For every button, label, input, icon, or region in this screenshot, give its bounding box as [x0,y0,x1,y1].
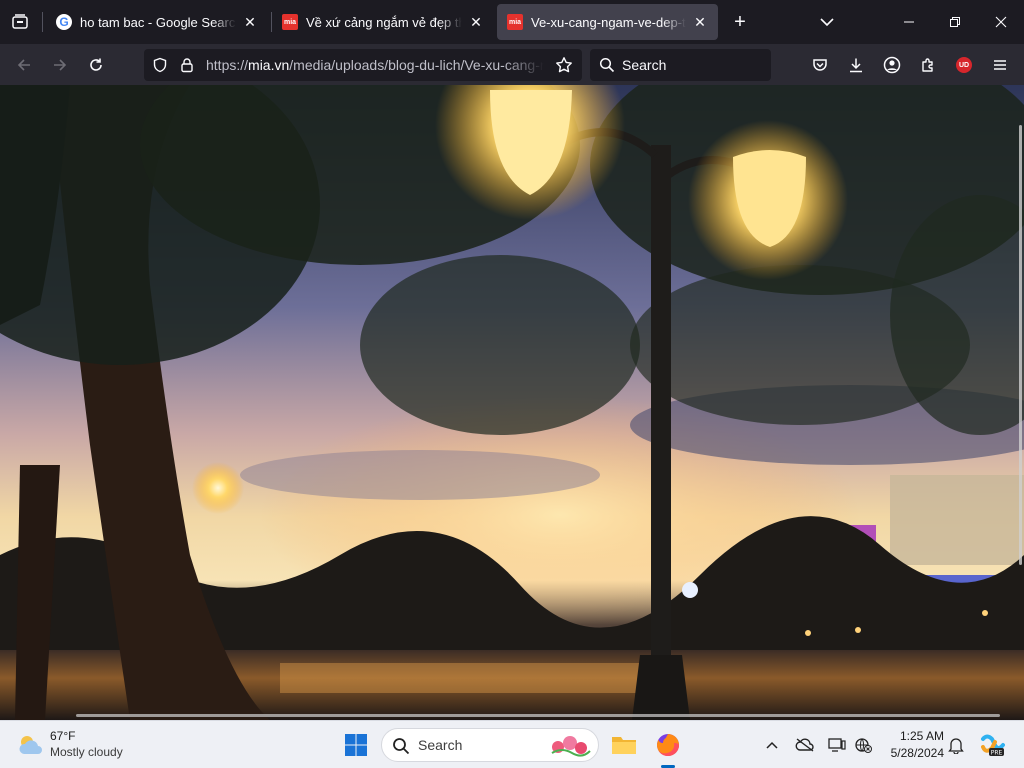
search-icon [393,738,410,755]
reload-button[interactable] [82,51,110,79]
ud-extension-icon: UD [956,57,972,73]
search-highlight-flowers-icon [551,736,591,757]
notifications-button[interactable] [944,733,968,757]
tab-mia-article[interactable]: mia Về xứ cảng ngắm vẻ đẹp thơ mộng ✕ [272,4,494,40]
account-button[interactable] [878,51,906,79]
minimize-icon [904,21,914,23]
back-button[interactable] [10,51,38,79]
forward-button[interactable] [46,51,74,79]
tab-google-search[interactable]: G ho tam bac - Google Search ✕ [46,4,268,40]
tab-mia-image[interactable]: mia Ve-xu-cang-ngam-ve-dep-tho-mong ✕ [497,4,718,40]
firefox-taskbar-button[interactable] [652,729,684,761]
network-globe-offline-icon [855,738,872,753]
weather-temperature: 67°F [50,729,76,743]
firefox-view-icon [12,14,28,29]
photo-lakeside-streetlamp-sunset [0,85,1024,720]
firefox-icon [657,734,679,756]
cloudy-weather-icon [19,736,42,754]
tab-title: Về xứ cảng ngắm vẻ đẹp thơ mộng [306,14,462,30]
clock-time: 1:25 AM [899,729,944,743]
start-button[interactable] [340,729,372,761]
account-icon [883,56,901,74]
url-scheme: https:// [206,57,249,73]
cloud-offline-icon [795,738,814,752]
search-box[interactable]: Search [590,49,771,81]
show-hidden-icons-button[interactable] [760,733,784,757]
extension-ud-button[interactable]: UD [950,51,978,79]
clock-date: 5/28/2024 [890,746,944,760]
windows-taskbar: 67°F Mostly cloudy Search 1:25 AM 5/28/2… [0,720,1024,768]
download-icon [850,58,862,73]
taskbar-search[interactable]: Search [381,728,599,762]
close-icon[interactable]: ✕ [468,14,484,30]
list-all-tabs-button[interactable] [815,10,839,34]
tracking-protection-shield-icon[interactable] [152,57,168,78]
arrow-left-icon [17,59,30,71]
weather-widget[interactable]: 67°F Mostly cloudy [14,727,154,763]
mia-favicon-icon: mia [282,14,298,30]
windows-logo-icon [345,734,367,756]
url-path: /media/uploads/blog-du-lich/Ve-xu-cang-n… [289,57,544,73]
navigation-toolbar: https://mia.vn/media/uploads/blog-du-lic… [0,44,1024,85]
puzzle-icon [922,58,933,72]
search-icon [599,57,615,78]
horizontal-scrollbar[interactable] [76,714,1000,717]
extensions-button[interactable] [914,51,942,79]
display-settings-button[interactable] [825,733,849,757]
restore-button[interactable] [932,0,978,44]
file-explorer-button[interactable] [608,729,640,761]
bell-icon [948,738,964,754]
lock-icon[interactable] [179,57,195,78]
tab-strip: G ho tam bac - Google Search ✕ mia Về xứ… [0,0,1024,44]
address-bar[interactable]: https://mia.vn/media/uploads/blog-du-lic… [144,49,582,81]
image-viewer[interactable] [0,85,1024,720]
new-tab-button[interactable]: + [728,10,752,34]
close-icon [995,16,1007,28]
monitor-icon [828,738,846,752]
firefox-view-button[interactable] [0,0,40,44]
plus-icon: + [734,10,746,33]
chevron-down-icon [820,18,834,27]
firefox-window: G ho tam bac - Google Search ✕ mia Về xứ… [0,0,1024,720]
url-text[interactable]: https://mia.vn/media/uploads/blog-du-lic… [206,49,544,81]
google-favicon-icon: G [56,14,72,30]
minimize-button[interactable] [886,0,932,44]
mia-favicon-icon: mia [507,14,523,30]
hamburger-menu-icon [994,60,1006,70]
chevron-up-icon [766,741,778,749]
downloads-button[interactable] [842,51,870,79]
reload-icon [90,58,102,71]
weather-condition: Mostly cloudy [50,745,123,759]
app-menu-button[interactable] [986,51,1014,79]
tab-separator [42,12,43,32]
arrow-right-icon [54,59,67,71]
url-host: mia.vn [248,57,290,73]
system-clock[interactable]: 1:25 AM 5/28/2024 [880,728,944,762]
taskbar-search-label: Search [418,737,463,753]
onedrive-button[interactable] [793,733,817,757]
vertical-scrollbar[interactable] [1019,125,1022,565]
pocket-icon [813,59,827,71]
search-box-label: Search [622,57,667,73]
pocket-button[interactable] [806,51,834,79]
copilot-pre-icon: PRE [981,734,1005,757]
close-icon[interactable]: ✕ [242,14,258,30]
svg-text:PRE: PRE [991,750,1003,757]
bookmark-star-icon[interactable] [555,56,573,79]
tab-title: ho tam bac - Google Search [80,14,236,30]
close-window-button[interactable] [978,0,1024,44]
close-icon[interactable]: ✕ [692,14,708,30]
folder-icon [612,737,636,754]
restore-icon [950,17,960,27]
tab-title: Ve-xu-cang-ngam-ve-dep-tho-mong [531,14,686,30]
network-status-button[interactable] [851,733,875,757]
copilot-button[interactable]: PRE [978,733,1006,757]
